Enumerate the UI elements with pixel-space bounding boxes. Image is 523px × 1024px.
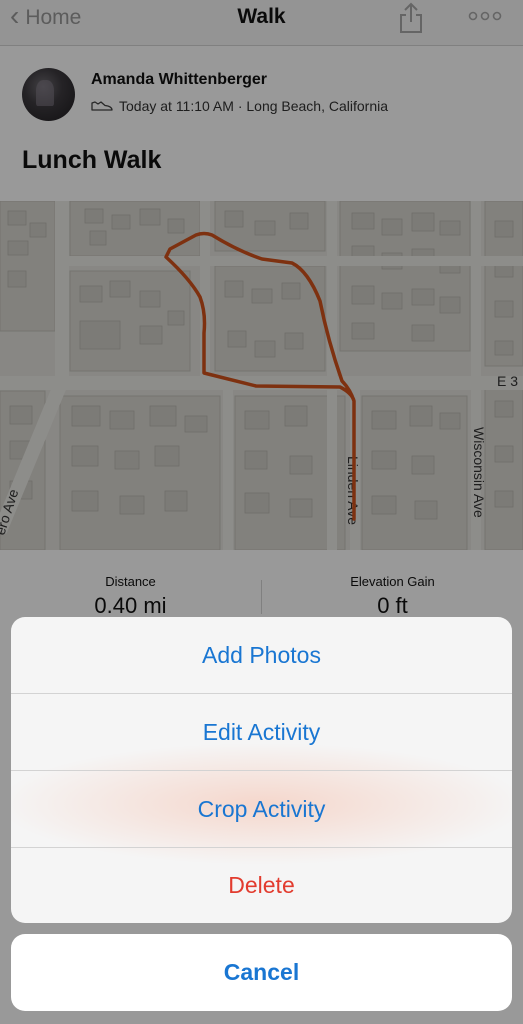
add-photos-button[interactable]: Add Photos <box>11 617 512 693</box>
edit-activity-button[interactable]: Edit Activity <box>11 694 512 770</box>
action-sheet: Add Photos Edit Activity Crop Activity D… <box>11 617 512 923</box>
delete-button[interactable]: Delete <box>11 847 512 923</box>
crop-activity-button[interactable]: Crop Activity <box>11 771 512 847</box>
cancel-button[interactable]: Cancel <box>11 934 512 1011</box>
